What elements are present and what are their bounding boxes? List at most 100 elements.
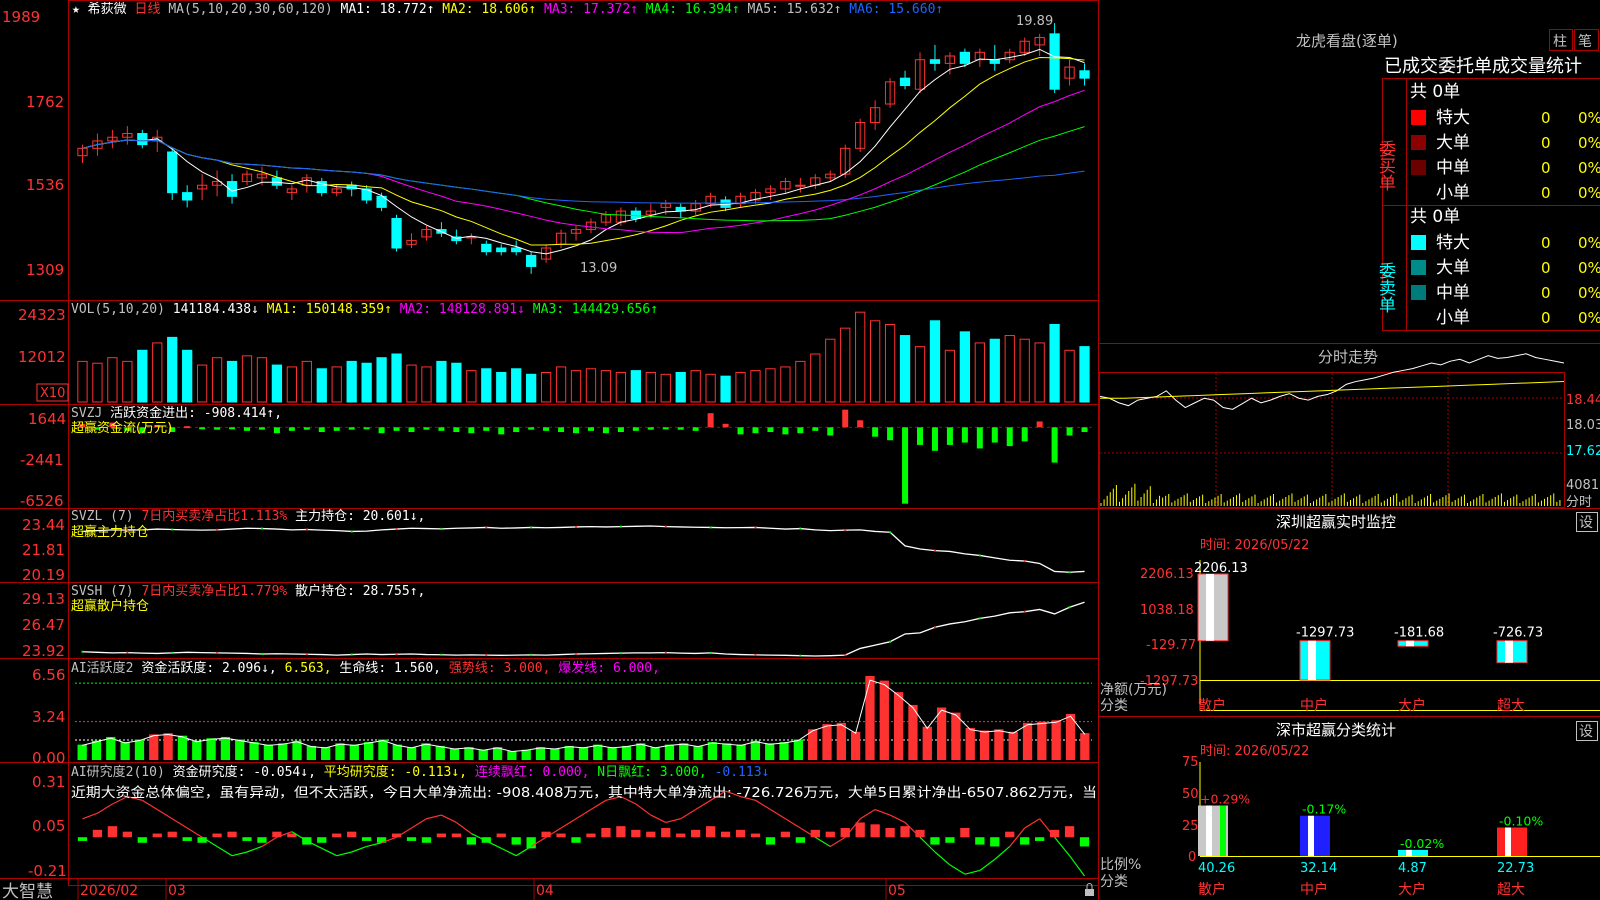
volume-bar xyxy=(391,353,402,403)
svsh-series-dot xyxy=(530,653,533,656)
vol-ma3: MA3: 144429.656↑ xyxy=(533,302,658,317)
ai-research-line-seg xyxy=(934,851,951,866)
buy-label: 委买单 xyxy=(1375,140,1396,191)
ai-activity-bar xyxy=(879,680,889,760)
volume-bars xyxy=(77,311,1090,403)
svzl-series-dot xyxy=(754,526,757,529)
candle xyxy=(1004,48,1015,64)
ai-research-bar xyxy=(1079,837,1090,847)
lhb-row-name: 大单 xyxy=(1436,133,1470,153)
ai2-tick-3: -0.21 xyxy=(28,862,67,880)
tab-bar-label: 柱 xyxy=(1553,34,1567,50)
ai2-d: N日飘红: 3.000, xyxy=(597,764,706,780)
svzj-bar xyxy=(752,427,759,434)
svzj-bar xyxy=(423,427,430,430)
svsh-series-dot xyxy=(619,652,622,655)
ai-activity-bar xyxy=(936,707,947,760)
intraday-vol-label: 分时 xyxy=(1566,495,1592,510)
candle-body xyxy=(630,210,641,219)
candle xyxy=(466,233,477,245)
svzl-series-dot xyxy=(216,528,219,531)
svzj-bar xyxy=(378,427,385,434)
ai-research-bar xyxy=(496,833,506,838)
svzj-bar xyxy=(692,427,699,431)
ai-activity-bar xyxy=(951,712,961,760)
vol-tick-2: 12012 xyxy=(18,348,66,366)
ai-activity-bar xyxy=(478,749,488,760)
monitor-bar-label: -1297.73 xyxy=(1296,626,1354,641)
moving-average-lines xyxy=(82,48,1085,255)
ai-activity-bar xyxy=(378,739,388,760)
volume-bar xyxy=(361,362,372,403)
volume-bar xyxy=(540,371,552,403)
candle xyxy=(585,218,597,234)
svsh-header: SVSH (7) 7日内买卖净占比1.779% 散户持仓: 28.755↑, xyxy=(71,583,425,599)
svzj-bar xyxy=(872,427,879,437)
ai1-tick-1: 6.56 xyxy=(32,666,65,684)
candle xyxy=(196,174,208,200)
ai-research-bar xyxy=(631,829,641,838)
monitor-date: 时间: 2026/05/22 xyxy=(1200,538,1309,553)
volume-bar xyxy=(331,366,342,403)
ai-activity-bar xyxy=(679,743,689,760)
vol-label: VOL(5,10,20) xyxy=(71,302,165,317)
classify-ylabel: 比例% xyxy=(1100,857,1141,873)
svzj-bar xyxy=(528,427,535,430)
ai-research-bar xyxy=(960,828,970,838)
volume-bar xyxy=(511,368,522,403)
volume-bar xyxy=(271,364,283,403)
classify-bar-body xyxy=(1497,827,1527,856)
monitor-tick-2: 1038.18 xyxy=(1140,603,1194,618)
ai-research-line-seg xyxy=(770,809,786,820)
ai-research-bar xyxy=(421,837,432,843)
ai-research-line-seg xyxy=(1039,818,1056,838)
svzl-series-dot xyxy=(1068,571,1071,574)
svzl-series-dot xyxy=(933,549,936,552)
stock-chart-window: 1989 1762 1536 1309 19.89 13.09 ★ 希荻微 日线… xyxy=(0,0,1600,900)
ai-research-bar xyxy=(182,837,192,841)
volume-bar xyxy=(690,370,701,403)
ai-research-bar xyxy=(1064,826,1075,838)
svzj-bar xyxy=(573,427,580,434)
candle xyxy=(286,185,297,200)
ai-research-bar xyxy=(406,837,417,841)
classify-bar xyxy=(1300,815,1330,856)
monitor-bar-highlight xyxy=(1505,640,1513,663)
svsh-series-dot xyxy=(395,653,398,656)
candle xyxy=(361,185,372,204)
ai1-header: AI活跃度2 资金活跃度: 2.096↓, 6.563, 生命线: 1.560,… xyxy=(71,660,660,676)
ai-research-line-seg xyxy=(1024,818,1040,829)
ma30-line xyxy=(82,126,1085,222)
ai-activity-bar xyxy=(765,743,775,760)
classify-title: 深市超赢分类统计 xyxy=(1276,721,1396,739)
volume-bar xyxy=(825,338,836,403)
volume-bar xyxy=(570,370,582,403)
ai1-c: 生命线: 1.560, xyxy=(339,660,441,676)
svzj-bar xyxy=(1051,427,1058,463)
classify-value-label: 4.87 xyxy=(1398,861,1427,876)
volume-bar xyxy=(481,368,492,403)
ai-research-bar xyxy=(317,837,327,843)
svsh-series xyxy=(82,601,1085,657)
ai-research-line-seg xyxy=(590,799,607,811)
brand-label: 大智慧 xyxy=(2,882,53,900)
ai-research-bars xyxy=(77,790,1090,877)
volume-bar xyxy=(92,362,103,403)
ai-activity-bar xyxy=(779,742,789,760)
classify-bar xyxy=(1497,827,1527,856)
ai-activity-bar xyxy=(808,729,818,760)
volume-bar xyxy=(152,342,163,403)
ai-research-line-seg xyxy=(635,803,652,816)
svsh-sub: 超赢散户持仓 xyxy=(71,598,149,614)
svzj-panel: 1644 -2441 -6526 SVZJ 活跃资金进出: -908.414↑,… xyxy=(20,405,1092,510)
svzj-bar xyxy=(976,427,983,449)
candle xyxy=(1034,33,1045,56)
candle xyxy=(496,244,507,256)
volume-bar xyxy=(286,366,297,403)
svzj-bar xyxy=(632,427,639,431)
monitor-tick-3: -129.77 xyxy=(1146,638,1196,653)
svzj-tick-3: -6526 xyxy=(20,492,64,510)
svzj-bar xyxy=(393,427,400,431)
lhb-row-count: 0 xyxy=(1541,109,1551,127)
ai-research-bar xyxy=(362,837,372,841)
